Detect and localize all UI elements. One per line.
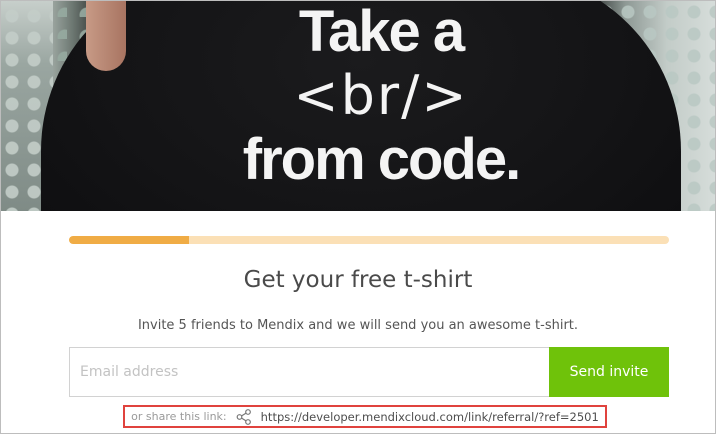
hero-skin [86,1,126,71]
hero-photo: Take a <br/> from code. [1,1,715,211]
invite-progress-fill [69,236,189,244]
t-shirt-print: Take a <br/> from code. [201,3,561,189]
page-title: Get your free t-shirt [243,267,473,293]
t-shirt-print-line-3: from code. [242,127,522,192]
referral-link[interactable]: https://developer.mendixcloud.com/link/r… [261,410,599,424]
share-link-row: or share this link: https://developer.me… [123,405,607,428]
share-icon[interactable] [235,408,253,426]
share-label: or share this link: [131,410,227,423]
t-shirt-print-line-1: Take a [298,1,465,64]
email-input[interactable] [69,347,549,397]
invite-progress-bar [69,236,669,244]
invite-page: Take a <br/> from code. Get your free t-… [0,0,716,434]
send-invite-button[interactable]: Send invite [549,347,669,397]
t-shirt-print-line-2: <br/> [293,64,469,127]
page-subtitle: Invite 5 friends to Mendix and we will s… [137,318,579,333]
